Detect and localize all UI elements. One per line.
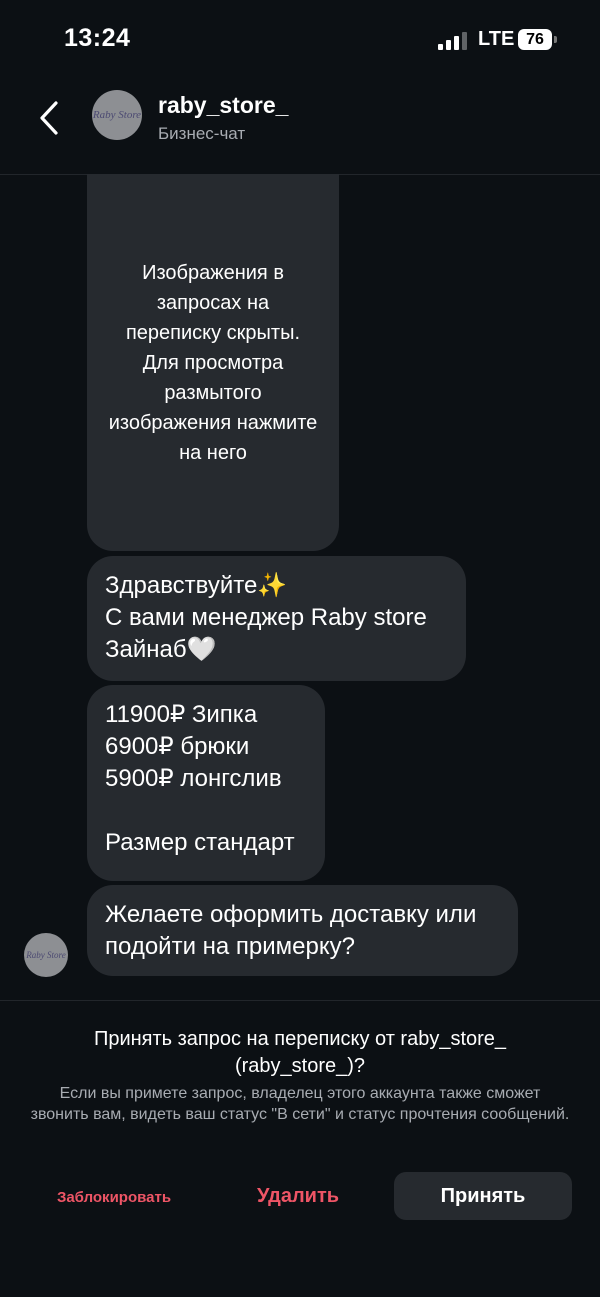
hidden-image-bubble[interactable]: Изображения в запросах на переписку скры… [87, 174, 339, 551]
message-bubble-prices: 11900₽ Зипка 6900₽ брюки 5900₽ лонгслив … [87, 685, 325, 881]
delete-button[interactable]: Удалить [230, 1172, 366, 1220]
message-text: Желаете оформить доставку или подойти на… [105, 901, 477, 960]
accept-button[interactable]: Принять [394, 1172, 572, 1220]
chat-header: Raby Store raby_store_ Бизнес-чат [0, 80, 600, 175]
avatar-logo: Raby Store [26, 950, 66, 960]
battery-icon: 76 [518, 29, 552, 50]
avatar-logo: Raby Store [92, 109, 142, 121]
block-button[interactable]: Заблокировать [40, 1176, 188, 1220]
message-bubble-greeting: Здравствуйте✨ С вами менеджер Raby store… [87, 556, 466, 681]
message-text: Здравствуйте✨ С вами менеджер Raby store… [105, 572, 427, 663]
request-description: Если вы примете запрос, владелец этого а… [30, 1085, 570, 1123]
request-title: Принять запрос на переписку от raby_stor… [93, 1028, 507, 1077]
avatar[interactable]: Raby Store [92, 90, 142, 140]
message-bubble-question: Желаете оформить доставку или подойти на… [87, 885, 518, 976]
message-text: Изображения в запросах на переписку скры… [108, 261, 318, 464]
status-bar: 13:24 LTE 76 [0, 0, 600, 80]
divider [0, 1000, 600, 1001]
message-text: 11900₽ Зипка 6900₽ брюки 5900₽ лонгслив … [105, 701, 295, 856]
chat-title[interactable]: raby_store_ [158, 92, 288, 119]
sender-avatar: Raby Store [24, 933, 68, 977]
back-button[interactable] [34, 98, 64, 138]
status-time: 13:24 [64, 24, 131, 52]
network-type: LTE [478, 28, 515, 50]
chevron-left-icon [40, 101, 58, 135]
battery-tip [554, 36, 557, 43]
signal-icon [438, 32, 468, 50]
chat-subtitle: Бизнес-чат [158, 124, 246, 143]
